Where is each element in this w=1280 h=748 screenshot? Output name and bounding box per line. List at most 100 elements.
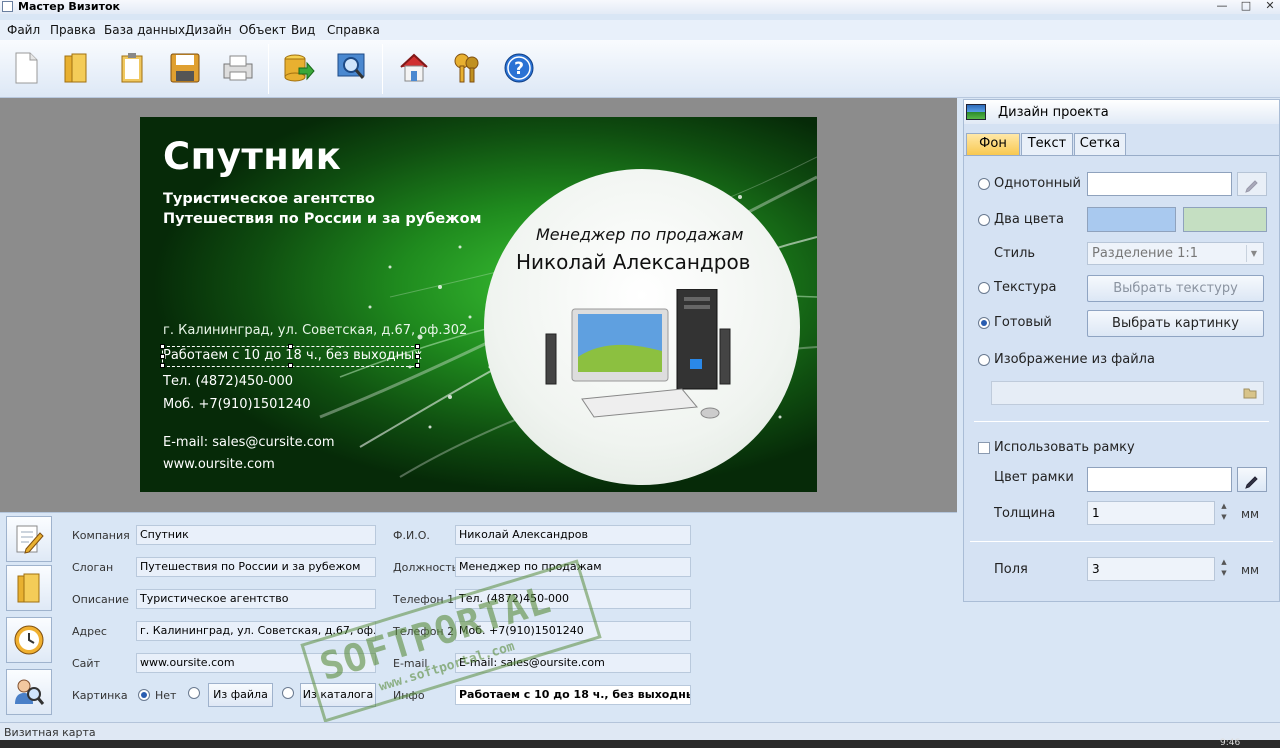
tab-grid[interactable]: Сетка	[1074, 133, 1126, 155]
slogan-field[interactable]: Путешествия по России и за рубежом	[136, 557, 376, 577]
use-frame-checkbox[interactable]	[978, 442, 990, 454]
save-icon	[170, 53, 200, 83]
fio-field[interactable]: Николай Александров	[455, 525, 691, 545]
menu-edit[interactable]: Правка	[50, 23, 96, 37]
resize-handle[interactable]	[288, 363, 293, 368]
thickness-stepper[interactable]: ▲ ▼	[1217, 501, 1231, 523]
radio-texture[interactable]	[978, 282, 990, 294]
templates-button[interactable]	[6, 565, 52, 611]
history-button[interactable]	[6, 617, 52, 663]
radio-two-colors[interactable]	[978, 214, 990, 226]
label-position: Должность	[393, 561, 459, 574]
radio-picture-none[interactable]	[138, 689, 150, 701]
database-export-button[interactable]	[281, 50, 317, 86]
eyedropper-button[interactable]	[1237, 172, 1267, 196]
selection-box[interactable]	[160, 344, 420, 368]
open-folder-icon[interactable]	[1243, 385, 1257, 402]
print-button[interactable]	[220, 50, 256, 86]
label-slogan: Слоган	[72, 561, 114, 574]
menu-design[interactable]: Дизайн	[185, 23, 232, 37]
resize-handle[interactable]	[415, 354, 420, 359]
open-button[interactable]	[58, 50, 94, 86]
card-mobile[interactable]: Моб. +7(910)1501240	[163, 397, 310, 412]
label-use-frame: Использовать рамку	[994, 440, 1135, 455]
company-field[interactable]: Спутник	[136, 525, 376, 545]
menu-file[interactable]: Файл	[7, 23, 40, 37]
menu-database[interactable]: База данных	[104, 23, 185, 37]
chevron-down-icon: ▼	[1246, 245, 1261, 262]
key-icon	[454, 53, 479, 83]
image-file-path[interactable]	[991, 381, 1264, 405]
help-button[interactable]: ?	[501, 50, 537, 86]
radio-ready[interactable]	[978, 317, 990, 329]
clipboard-button[interactable]	[114, 50, 150, 86]
menu-object[interactable]: Объект	[239, 23, 286, 37]
spin-down-icon[interactable]: ▼	[1217, 512, 1231, 523]
radio-solid[interactable]	[978, 178, 990, 190]
margins-input[interactable]: 3	[1087, 557, 1215, 581]
label-site: Сайт	[72, 657, 100, 670]
spin-up-icon[interactable]: ▲	[1217, 557, 1231, 568]
resize-handle[interactable]	[160, 354, 165, 359]
resize-handle[interactable]	[160, 363, 165, 368]
card-fio[interactable]: Николай Александров	[516, 250, 750, 274]
description-field[interactable]: Туристическое агентство	[136, 589, 376, 609]
frame-eyedropper-button[interactable]	[1237, 467, 1267, 492]
toolbar-separator	[268, 44, 269, 94]
open-folder-icon	[64, 53, 87, 83]
keys-button[interactable]	[449, 50, 485, 86]
help-icon: ?	[504, 53, 534, 83]
edit-text-button[interactable]	[6, 516, 52, 562]
card-site[interactable]: www.oursite.com	[163, 457, 275, 472]
close-button[interactable]: ✕	[1262, 0, 1278, 12]
resize-handle[interactable]	[288, 344, 293, 349]
info-field[interactable]: Работаем с 10 до 18 ч., без выходных	[455, 685, 691, 705]
menu-help[interactable]: Справка	[327, 23, 380, 37]
thickness-input[interactable]: 1	[1087, 501, 1215, 525]
radio-picture-catalog[interactable]	[282, 687, 294, 699]
style-select[interactable]: Разделение 1:1 ▼	[1087, 242, 1264, 265]
label-frame-color: Цвет рамки	[994, 470, 1074, 485]
card-slogan[interactable]: Путешествия по России и за рубежом	[163, 211, 481, 227]
choose-texture-button[interactable]: Выбрать текстуру	[1087, 275, 1264, 302]
choose-picture-button[interactable]: Выбрать картинку	[1087, 310, 1264, 337]
label-picture: Картинка	[72, 689, 128, 702]
margins-stepper[interactable]: ▲ ▼	[1217, 557, 1231, 579]
label-from-file: Изображение из файла	[994, 352, 1155, 367]
preview-button[interactable]	[334, 50, 370, 86]
new-file-button[interactable]	[8, 50, 44, 86]
resize-handle[interactable]	[160, 344, 165, 349]
picture-from-file-button[interactable]: Из файла	[208, 683, 273, 707]
resize-handle[interactable]	[415, 363, 420, 368]
spin-up-icon[interactable]: ▲	[1217, 501, 1231, 512]
app-icon	[2, 1, 13, 12]
database-export-icon	[284, 54, 315, 82]
frame-color-swatch[interactable]	[1087, 467, 1232, 492]
save-button[interactable]	[167, 50, 203, 86]
contacts-search-button[interactable]	[6, 669, 52, 715]
color1-swatch[interactable]	[1087, 207, 1176, 232]
radio-picture-file[interactable]	[188, 687, 200, 699]
home-button[interactable]	[396, 50, 432, 86]
label-two-colors: Два цвета	[994, 212, 1064, 227]
spin-down-icon[interactable]: ▼	[1217, 568, 1231, 579]
radio-from-file[interactable]	[978, 354, 990, 366]
card-phone[interactable]: Тел. (4872)450-000	[163, 374, 293, 389]
maximize-button[interactable]: □	[1238, 0, 1254, 12]
card-description[interactable]: Туристическое агентство	[163, 191, 375, 207]
card-company[interactable]: Спутник	[163, 135, 341, 178]
tab-background[interactable]: Фон	[966, 133, 1020, 155]
design-canvas[interactable]: Спутник Туристическое агентство Путешест…	[0, 98, 957, 512]
resize-handle[interactable]	[415, 344, 420, 349]
magnifier-icon	[337, 53, 365, 79]
eyedropper-icon	[1245, 476, 1258, 489]
menu-view[interactable]: Вид	[291, 23, 315, 37]
card-email[interactable]: E-mail: sales@cursite.com	[163, 435, 335, 450]
minimize-button[interactable]: —	[1214, 0, 1230, 12]
card-position[interactable]: Менеджер по продажам	[536, 225, 743, 244]
solid-color-swatch[interactable]	[1087, 172, 1232, 196]
business-card[interactable]: Спутник Туристическое агентство Путешест…	[140, 117, 817, 492]
color2-swatch[interactable]	[1183, 207, 1267, 232]
tab-text[interactable]: Текст	[1021, 133, 1073, 155]
card-address[interactable]: г. Калининград, ул. Советская, д.67, оф.…	[163, 323, 467, 338]
